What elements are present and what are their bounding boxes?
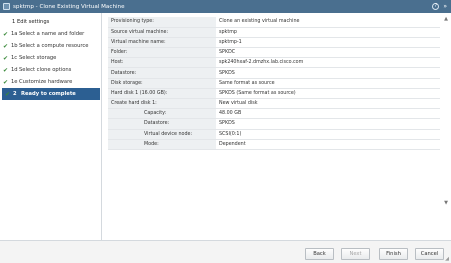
help-icon[interactable]: ?: [432, 3, 440, 10]
row-value: Same format as source: [216, 78, 440, 89]
step-1b[interactable]: ✔ 1b Select a compute resource: [0, 40, 101, 52]
wizard-steps-sidebar: 1 Edit settings ✔ 1a Select a name and f…: [0, 13, 102, 240]
step-label: Select storage: [19, 55, 57, 61]
step-number: 1a: [11, 31, 18, 37]
row-value: spktmp-1: [216, 37, 440, 49]
cancel-button[interactable]: Cancel: [415, 248, 444, 260]
table-row: Provisioning type: Clone an existing virt…: [108, 17, 440, 28]
step-1e[interactable]: ✔ 1e Customize hardware: [0, 76, 101, 88]
table-row: Virtual machine name: spktmp-1: [108, 37, 440, 49]
summary-panel: ▲ Provisioning type: Clone an existing vi…: [103, 13, 451, 240]
step-label: Select a name and folder: [19, 31, 85, 37]
window-titlebar: spktmp - Clone Existing Virtual Machine …: [0, 0, 451, 13]
back-button[interactable]: Back: [305, 248, 334, 260]
step-number: 1b: [11, 43, 18, 49]
table-row: Disk storage: Same format as source: [108, 78, 440, 89]
row-key: Datastore:: [108, 67, 216, 79]
step-label: Select a compute resource: [19, 43, 89, 49]
row-value: 48.00 GB: [216, 108, 440, 120]
checkmark-icon: ✔: [3, 66, 9, 74]
table-row: Create hard disk 1: New virtual disk: [108, 98, 440, 110]
vm-icon: [3, 3, 10, 10]
titlebar-controls: ? »: [432, 3, 451, 10]
row-value: SPKDS: [216, 67, 440, 79]
row-value: SPKDS (Same format as source): [216, 88, 440, 100]
row-key: Provisioning type:: [108, 17, 216, 28]
row-value: SCSI(0:1): [216, 129, 440, 140]
table-row: Capacity: 48.00 GB: [108, 108, 440, 120]
step-label: Ready to complete: [21, 91, 76, 97]
row-value: spk240hxaf-2.dmzhx.lab.cisco.com: [216, 57, 440, 69]
checkmark-icon: ✔: [3, 54, 9, 62]
row-value: spktmp: [216, 27, 440, 38]
row-key: Virtual device node:: [108, 129, 216, 140]
row-value: Clone an existing virtual machine: [216, 17, 440, 28]
step-number: 1c: [11, 55, 18, 61]
step-number: 1e: [11, 79, 18, 85]
step-1a[interactable]: ✔ 1a Select a name and folder: [0, 28, 101, 40]
row-value: New virtual disk: [216, 98, 440, 110]
checkmark-icon: ✔: [3, 78, 9, 86]
step-label: Customize hardware: [19, 79, 73, 85]
finish-button[interactable]: Finish: [379, 248, 408, 260]
resize-handle-icon[interactable]: ◢: [445, 256, 449, 262]
row-key: Disk storage:: [108, 78, 216, 89]
scroll-up-icon[interactable]: ▲: [444, 16, 448, 22]
row-key: Mode:: [108, 139, 216, 150]
row-key: Source virtual machine:: [108, 27, 216, 38]
row-key: Virtual machine name:: [108, 37, 216, 49]
table-row: Virtual device node: SCSI(0:1): [108, 129, 440, 140]
table-row: Mode: Dependent: [108, 139, 440, 150]
table-row: Folder: SPKDC: [108, 47, 440, 59]
step-number: 1d: [11, 67, 18, 73]
table-row: Host: spk240hxaf-2.dmzhx.lab.cisco.com: [108, 57, 440, 69]
summary-table: Provisioning type: Clone an existing virt…: [108, 17, 440, 150]
checkmark-icon: ✔: [3, 42, 9, 50]
step-1c[interactable]: ✔ 1c Select storage: [0, 52, 101, 64]
row-value: SPKDC: [216, 47, 440, 59]
step-2-ready-to-complete[interactable]: ✔ 2 Ready to complete: [2, 88, 100, 100]
step-label: Select clone options: [19, 67, 72, 73]
table-row: Hard disk 1 (16.00 GB): SPKDS (Same forma…: [108, 88, 440, 100]
step-1d[interactable]: ✔ 1d Select clone options: [0, 64, 101, 76]
table-row: Datastore: SPKDS: [108, 67, 440, 79]
row-key: Capacity:: [108, 108, 216, 120]
wizard-footer: Back Next Finish Cancel ◢: [0, 240, 451, 263]
window-title: spktmp - Clone Existing Virtual Machine: [13, 3, 125, 10]
checkmark-icon: ✔: [3, 30, 9, 38]
row-key: Datastore:: [108, 118, 216, 130]
expand-icon[interactable]: »: [443, 3, 447, 10]
row-value: Dependent: [216, 139, 440, 150]
row-key: Create hard disk 1:: [108, 98, 216, 110]
step-group-edit-settings: 1 Edit settings: [12, 19, 50, 25]
scroll-down-icon[interactable]: ▼: [444, 200, 448, 206]
step-number: 2: [13, 91, 17, 97]
row-value: SPKDS: [216, 118, 440, 130]
checkmark-icon: ✔: [5, 90, 11, 98]
row-key: Host:: [108, 57, 216, 69]
next-button[interactable]: Next: [341, 248, 370, 260]
table-row: Datastore: SPKDS: [108, 118, 440, 130]
row-key: Folder:: [108, 47, 216, 59]
table-row: Source virtual machine: spktmp: [108, 27, 440, 38]
row-key: Hard disk 1 (16.00 GB):: [108, 88, 216, 100]
